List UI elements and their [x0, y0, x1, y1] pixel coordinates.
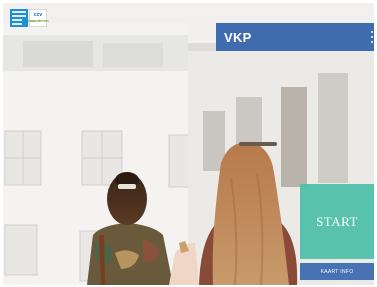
- title-bar: VKP: [216, 23, 374, 51]
- app-title: VKP: [224, 29, 252, 45]
- app-frame: ccv vlaanderen VKP START KAART INFO: [3, 3, 374, 285]
- logo-badge-subtext: vlaanderen: [27, 18, 49, 23]
- logo-mark-icon: [10, 9, 28, 27]
- kaart-info-button[interactable]: KAART INFO: [300, 263, 374, 280]
- start-button[interactable]: START: [300, 184, 374, 259]
- kebab-menu-icon[interactable]: [371, 31, 374, 43]
- logo-badge: ccv vlaanderen: [27, 9, 49, 27]
- organization-logo[interactable]: ccv vlaanderen: [10, 9, 49, 27]
